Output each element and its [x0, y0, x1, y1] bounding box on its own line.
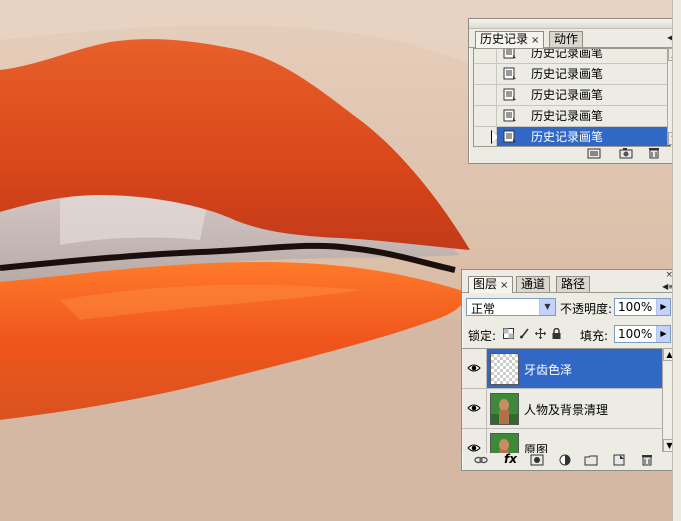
lock-position-icon[interactable] — [535, 328, 546, 339]
lock-all-icon[interactable] — [551, 328, 562, 339]
chevron-down-icon[interactable]: ▼ — [539, 299, 555, 315]
document-scrollbar[interactable] — [672, 0, 681, 521]
history-panel: × 历史记录× 动作 ◀≡ 历史记录画笔 历史记录画笔 — [468, 18, 681, 164]
tab-actions-label: 动作 — [554, 32, 579, 46]
tab-paths[interactable]: 路径 — [556, 276, 591, 292]
trash-icon[interactable] — [647, 147, 661, 159]
group-folder-icon[interactable] — [584, 454, 598, 466]
blend-mode-select[interactable]: 正常 ▼ — [466, 298, 556, 316]
tab-paths-label: 路径 — [561, 277, 586, 291]
layer-list: 牙齿色泽 人物及背景清理 原图 — [462, 348, 662, 453]
tab-layers[interactable]: 图层 × — [468, 276, 514, 293]
layers-footer: fx — [462, 452, 677, 468]
tab-layers-label: 图层 — [473, 277, 498, 291]
fill-label: 填充: — [580, 329, 609, 343]
history-state-label: 历史记录画笔 — [531, 48, 604, 60]
new-layer-icon[interactable] — [612, 454, 626, 466]
history-brush-icon — [503, 67, 516, 80]
history-brush-icon — [503, 88, 516, 101]
history-source-box[interactable] — [474, 127, 499, 146]
layer-row[interactable]: 人物及背景清理 — [462, 389, 662, 429]
history-state[interactable]: 历史记录画笔 — [474, 64, 670, 85]
eye-icon[interactable] — [467, 363, 481, 373]
history-state-list: 历史记录画笔 历史记录画笔 历史记录画笔 历史记录画笔 历史记录画笔 — [473, 48, 671, 147]
layer-row-selected[interactable]: 牙齿色泽 — [462, 349, 662, 389]
blend-mode-value: 正常 — [471, 302, 496, 316]
tab-history-label: 历史记录 — [480, 32, 529, 46]
history-state-current[interactable]: 历史记录画笔 — [474, 127, 670, 146]
lock-label: 锁定: — [468, 329, 497, 343]
visibility-toggle[interactable] — [462, 349, 487, 388]
blend-opacity-row: 正常 ▼ 不透明度: 100% ▶ — [462, 298, 677, 320]
fill-slider-arrow-icon[interactable]: ▶ — [656, 326, 670, 342]
visibility-toggle[interactable] — [462, 389, 487, 428]
fill-value: 100% — [618, 327, 653, 341]
history-state[interactable]: 历史记录画笔 — [474, 48, 670, 64]
visibility-toggle[interactable] — [462, 429, 487, 453]
history-source-box[interactable] — [474, 49, 497, 63]
layer-name: 人物及背景清理 — [524, 403, 609, 417]
layer-name: 牙齿色泽 — [524, 363, 573, 377]
lock-fill-row: 锁定: 填充: 100% ▶ — [462, 324, 677, 346]
history-state-label: 历史记录画笔 — [531, 67, 604, 81]
eye-icon[interactable] — [467, 403, 481, 413]
lock-image-pixels-icon[interactable] — [519, 328, 530, 339]
lock-transparency-icon[interactable] — [503, 328, 514, 339]
history-tabs: 历史记录× 动作 ◀≡ — [469, 29, 681, 48]
opacity-input[interactable]: 100% ▶ — [614, 298, 671, 316]
opacity-slider-arrow-icon[interactable]: ▶ — [656, 299, 670, 315]
photo-layer-thumbnail — [490, 393, 519, 425]
history-panel-titlebar[interactable]: × — [469, 18, 681, 29]
history-source-box[interactable] — [474, 106, 497, 126]
tab-close-icon[interactable]: × — [500, 280, 508, 291]
history-source-box[interactable] — [474, 64, 497, 84]
history-source-box[interactable] — [474, 85, 497, 105]
photo-layer-thumbnail — [490, 433, 519, 453]
tab-actions[interactable]: 动作 — [549, 31, 584, 47]
fill-input[interactable]: 100% ▶ — [614, 325, 671, 343]
tab-channels[interactable]: 通道 — [516, 276, 551, 292]
history-state-label: 历史记录画笔 — [531, 130, 604, 144]
history-brush-icon — [503, 109, 516, 122]
history-state[interactable]: 历史记录画笔 — [474, 106, 670, 127]
tab-close-icon[interactable]: × — [531, 35, 539, 46]
tab-channels-label: 通道 — [521, 277, 546, 291]
history-state-label: 历史记录画笔 — [531, 109, 604, 123]
layers-panel: 图层 × 通道 路径 × ◀≡ 正常 ▼ 不透明度: 100% ▶ 锁定: 填充:… — [461, 269, 678, 471]
layers-tabs: 图层 × 通道 路径 × ◀≡ — [462, 270, 677, 293]
link-layers-icon[interactable] — [474, 454, 488, 466]
adjustment-layer-icon[interactable] — [558, 454, 572, 466]
layer-row[interactable]: 原图 — [462, 429, 662, 453]
history-state-label: 历史记录画笔 — [531, 88, 604, 102]
new-document-from-state-icon[interactable] — [587, 147, 601, 159]
snapshot-camera-icon[interactable] — [619, 147, 633, 159]
tab-history[interactable]: 历史记录 × — [475, 31, 545, 48]
layer-mask-icon[interactable] — [530, 454, 544, 466]
trash-icon[interactable] — [640, 454, 654, 466]
opacity-label: 不透明度: — [560, 302, 613, 316]
history-brush-icon — [503, 130, 516, 143]
layer-style-fx-icon[interactable]: fx — [504, 452, 517, 466]
transparent-layer-thumbnail — [490, 353, 519, 385]
history-brush-icon — [503, 49, 516, 59]
history-footer — [469, 145, 681, 161]
opacity-value: 100% — [618, 300, 653, 314]
history-state[interactable]: 历史记录画笔 — [474, 85, 670, 106]
